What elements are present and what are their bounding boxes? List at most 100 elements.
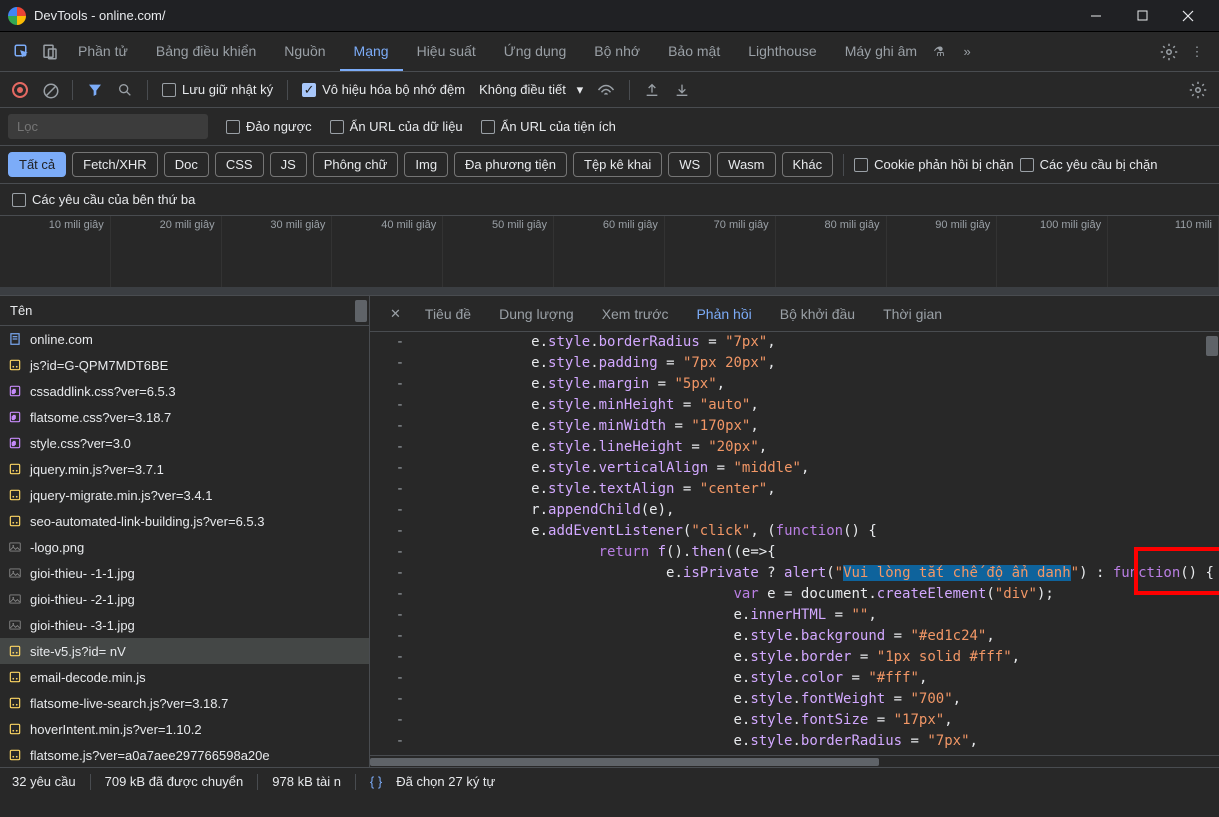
request-row[interactable]: flatsome.js?ver=a0a7aee297766598a20e [0, 742, 369, 767]
network-conditions-icon[interactable] [597, 83, 615, 97]
chip-kh-c[interactable]: Khác [782, 152, 834, 177]
tab-bảng-điều-khiển[interactable]: Bảng điều khiển [142, 33, 270, 71]
more-tabs-chevron-icon[interactable]: » [953, 38, 981, 66]
chip-wasm[interactable]: Wasm [717, 152, 775, 177]
details-tab-0[interactable]: Tiêu đề [411, 298, 485, 330]
third-party-checkbox[interactable]: Các yêu cầu của bên thứ ba [12, 192, 195, 207]
chip-ph-ng-ch-[interactable]: Phông chữ [313, 152, 399, 177]
details-tab-3[interactable]: Phản hồi [682, 298, 765, 330]
request-row[interactable]: online.com [0, 326, 369, 352]
request-row[interactable]: hoverIntent.min.js?ver=1.10.2 [0, 716, 369, 742]
invert-checkbox[interactable]: Đảo ngược [226, 119, 312, 134]
request-name: flatsome.js?ver=a0a7aee297766598a20e [30, 748, 270, 763]
css-file-icon: # [8, 436, 22, 450]
filter-input[interactable] [8, 114, 208, 139]
blocked-cookies-checkbox[interactable]: Cookie phản hồi bị chặn [854, 157, 1014, 172]
chip-doc[interactable]: Doc [164, 152, 209, 177]
request-row[interactable]: gioi-thieu- -3-1.jpg [0, 612, 369, 638]
tab-mạng[interactable]: Mạng [340, 33, 403, 71]
hide-ext-urls-checkbox[interactable]: Ẩn URL của tiện ích [481, 119, 616, 134]
request-row[interactable]: jquery-migrate.min.js?ver=3.4.1 [0, 482, 369, 508]
timeline[interactable]: 10 mili giây20 mili giây30 mili giây40 m… [0, 216, 1219, 296]
timeline-tick: 30 mili giây [222, 216, 333, 295]
kebab-menu-icon[interactable]: ⋮ [1183, 38, 1211, 66]
close-details-icon[interactable]: ✕ [380, 306, 411, 322]
js-file-icon [8, 696, 22, 710]
request-row[interactable]: #cssaddlink.css?ver=6.5.3 [0, 378, 369, 404]
inspect-icon[interactable] [8, 38, 36, 66]
device-toggle-icon[interactable] [36, 38, 64, 66]
timeline-tick: 50 mili giây [443, 216, 554, 295]
doc-file-icon [8, 332, 22, 346]
request-row[interactable]: jquery.min.js?ver=3.7.1 [0, 456, 369, 482]
chip--a-ph-ng-ti-n[interactable]: Đa phương tiện [454, 152, 567, 177]
blocked-requests-checkbox[interactable]: Các yêu cầu bị chặn [1020, 157, 1158, 172]
chip-fetch-xhr[interactable]: Fetch/XHR [72, 152, 158, 177]
type-filters: Tất cảFetch/XHRDocCSSJSPhông chữImgĐa ph… [0, 146, 1219, 184]
upload-har-icon[interactable] [644, 82, 660, 98]
recorder-flask-icon: ⚗ [925, 38, 953, 66]
tab-lighthouse[interactable]: Lighthouse [734, 33, 831, 71]
chip-t-t-c-[interactable]: Tất cả [8, 152, 66, 177]
disable-cache-checkbox[interactable]: ✓Vô hiệu hóa bộ nhớ đệm [302, 82, 465, 97]
chip-css[interactable]: CSS [215, 152, 264, 177]
request-name: gioi-thieu- -3-1.jpg [30, 618, 135, 633]
network-settings-gear-icon[interactable] [1189, 81, 1207, 99]
tab-nguồn[interactable]: Nguồn [270, 33, 339, 71]
details-tab-1[interactable]: Dung lượng [485, 298, 588, 330]
preserve-log-checkbox[interactable]: Lưu giữ nhật ký [162, 82, 273, 97]
chip-img[interactable]: Img [404, 152, 448, 177]
filter-icon[interactable] [87, 82, 103, 98]
horizontal-scrollbar[interactable] [370, 755, 1219, 767]
request-row[interactable]: gioi-thieu- -2-1.jpg [0, 586, 369, 612]
throttle-select[interactable]: Không điều tiết ▾ [479, 82, 583, 98]
response-code[interactable]: - e.style.borderRadius = "7px",- e.style… [370, 332, 1219, 755]
network-toolbar: Lưu giữ nhật ký ✓Vô hiệu hóa bộ nhớ đệm … [0, 72, 1219, 108]
hide-data-urls-checkbox[interactable]: Ẩn URL của dữ liệu [330, 119, 463, 134]
css-file-icon: # [8, 410, 22, 424]
timeline-tick: 20 mili giây [111, 216, 222, 295]
request-name: flatsome-live-search.js?ver=3.18.7 [30, 696, 228, 711]
tab-hiệu-suất[interactable]: Hiệu suất [403, 33, 490, 71]
pretty-print-icon[interactable]: { } [370, 774, 382, 789]
request-row[interactable]: flatsome-live-search.js?ver=3.18.7 [0, 690, 369, 716]
chip-t-p-k-khai[interactable]: Tệp kê khai [573, 152, 662, 177]
request-row[interactable]: #style.css?ver=3.0 [0, 430, 369, 456]
close-button[interactable] [1165, 0, 1211, 32]
name-column-header[interactable]: Tên [0, 296, 369, 326]
search-icon[interactable] [117, 82, 133, 98]
settings-gear-icon[interactable] [1155, 38, 1183, 66]
details-tab-5[interactable]: Thời gian [869, 298, 956, 330]
vertical-scrollbar[interactable] [1206, 336, 1218, 356]
tab-phần-tử[interactable]: Phần tử [64, 33, 142, 71]
request-name: email-decode.min.js [30, 670, 146, 685]
request-name: -logo.png [30, 540, 84, 555]
tab-ứng-dụng[interactable]: Ứng dụng [490, 33, 581, 71]
clear-button[interactable] [42, 82, 58, 98]
minimize-button[interactable] [1073, 0, 1119, 32]
details-tab-2[interactable]: Xem trước [588, 298, 683, 330]
request-row[interactable]: #flatsome.css?ver=3.18.7 [0, 404, 369, 430]
request-row[interactable]: email-decode.min.js [0, 664, 369, 690]
chip-js[interactable]: JS [270, 152, 307, 177]
third-party-bar: Các yêu cầu của bên thứ ba [0, 184, 1219, 216]
request-row[interactable]: -logo.png [0, 534, 369, 560]
devtools-tabs: Phần tửBảng điều khiểnNguồnMạngHiệu suất… [0, 32, 1219, 72]
record-button[interactable] [12, 82, 28, 98]
chip-ws[interactable]: WS [668, 152, 711, 177]
js-file-icon [8, 644, 22, 658]
vertical-scrollbar[interactable] [355, 300, 367, 322]
request-row[interactable]: seo-automated-link-building.js?ver=6.5.3 [0, 508, 369, 534]
details-tab-4[interactable]: Bộ khởi đầu [766, 298, 869, 330]
request-row[interactable]: gioi-thieu- -1-1.jpg [0, 560, 369, 586]
status-bar: 32 yêu cầu 709 kB đã được chuyển 978 kB … [0, 767, 1219, 795]
tab-bảo-mật[interactable]: Bảo mật [654, 33, 734, 71]
tab-bộ-nhớ[interactable]: Bộ nhớ [580, 33, 654, 71]
request-row[interactable]: site-v5.js?id= nV [0, 638, 369, 664]
request-row[interactable]: js?id=G-QPM7MDT6BE [0, 352, 369, 378]
timeline-tick: 70 mili giây [665, 216, 776, 295]
maximize-button[interactable] [1119, 0, 1165, 32]
download-har-icon[interactable] [674, 82, 690, 98]
js-file-icon [8, 722, 22, 736]
tab-máy-ghi-âm[interactable]: Máy ghi âm [831, 33, 931, 71]
